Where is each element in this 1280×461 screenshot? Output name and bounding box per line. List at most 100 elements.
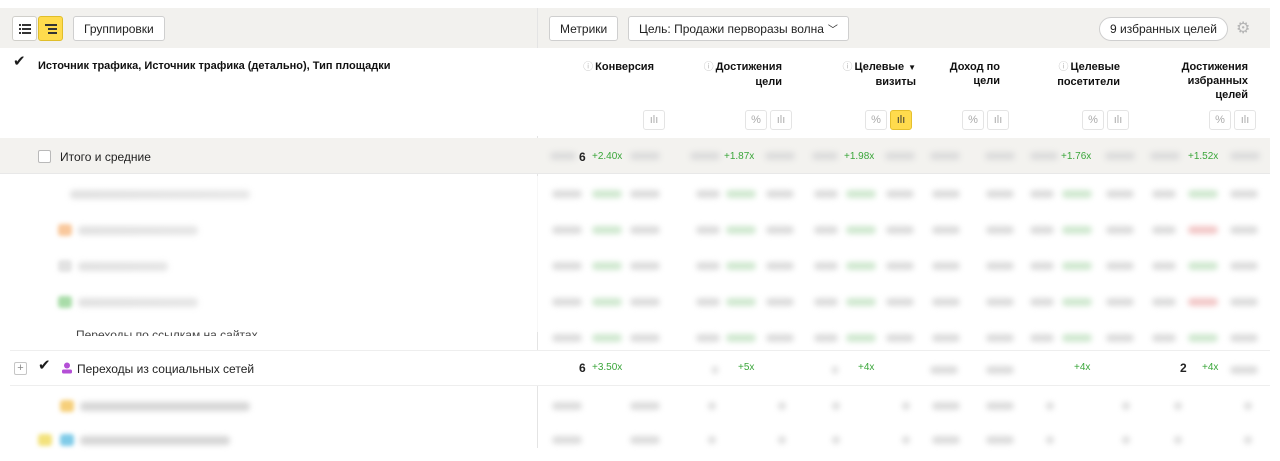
- blurred-cell: [1046, 436, 1054, 444]
- blurred-cell: [1230, 190, 1258, 198]
- column-header-target-visits[interactable]: ⓘ Целевые ▼ визиты: [830, 60, 916, 89]
- total-row-checkbox[interactable]: [38, 150, 51, 163]
- blurred-cell: [886, 226, 914, 234]
- blurred-cell: [696, 262, 720, 270]
- social-row-partial-value: 2: [1180, 361, 1187, 375]
- info-icon[interactable]: ⓘ: [704, 62, 714, 73]
- gear-icon[interactable]: ⚙: [1236, 21, 1252, 37]
- total-row-label: Итого и средние: [60, 150, 151, 164]
- chart-toggle-button[interactable]: ılı: [1107, 110, 1129, 130]
- goal-select[interactable]: Цель: Продажи перворазы волна ﹀: [628, 16, 849, 41]
- bar-chart-icon: ılı: [896, 114, 906, 126]
- blurred-cell: [886, 262, 914, 270]
- expand-row-button[interactable]: +: [14, 362, 27, 375]
- blurred-cell: [1188, 298, 1218, 306]
- source-icon: [60, 400, 74, 412]
- blurred-cell: [552, 436, 582, 444]
- blurred-cell: [814, 262, 838, 270]
- percent-toggle-button[interactable]: %: [1082, 110, 1104, 130]
- blurred-cell: [1030, 262, 1054, 270]
- blurred-cell: [986, 334, 1014, 342]
- social-lift-conversion: +3.50x: [592, 362, 623, 373]
- groupings-button[interactable]: Группировки: [73, 16, 165, 41]
- blurred-cell: [846, 334, 876, 342]
- blurred-cell: [1174, 436, 1182, 444]
- info-icon[interactable]: ⓘ: [583, 62, 593, 73]
- column-header-conversion[interactable]: ⓘ Конверсия: [578, 60, 654, 75]
- blurred-cell: [630, 262, 660, 270]
- column-header-favorite-goals-reaches[interactable]: Достижения избранных целей: [1168, 60, 1248, 102]
- info-icon[interactable]: ⓘ: [843, 62, 853, 73]
- blurred-cell: [846, 262, 876, 270]
- blurred-cell: [846, 190, 876, 198]
- chart-toggle-button-active[interactable]: ılı: [890, 110, 912, 130]
- percent-toggle-button[interactable]: %: [962, 110, 984, 130]
- blurred-cell: [932, 402, 960, 410]
- blurred-cell: [1152, 190, 1176, 198]
- blurred-cell: [1105, 152, 1135, 160]
- percent-toggle-button[interactable]: %: [865, 110, 887, 130]
- blurred-cell: [986, 190, 1014, 198]
- blurred-cell: [814, 298, 838, 306]
- chart-toggle-button[interactable]: ılı: [1234, 110, 1256, 130]
- blurred-cell: [696, 190, 720, 198]
- blurred-cell: [592, 334, 622, 342]
- blurred-cell: [986, 402, 1014, 410]
- percent-toggle-button[interactable]: %: [745, 110, 767, 130]
- info-icon[interactable]: ⓘ: [1058, 62, 1068, 73]
- dimension-header-title[interactable]: Источник трафика, Источник трафика (дета…: [38, 60, 391, 72]
- blurred-cell: [708, 402, 716, 410]
- favorite-goals-button[interactable]: 9 избранных целей: [1099, 17, 1228, 41]
- blurred-cell: [814, 226, 838, 234]
- social-row-checkbox[interactable]: [38, 360, 51, 373]
- column-header-goal-revenue[interactable]: Доход по цели: [934, 60, 1000, 88]
- blurred-cell: [766, 334, 794, 342]
- blurred-cell: [1230, 298, 1258, 306]
- blurred-cell: [1230, 226, 1258, 234]
- blurred-cell: [886, 298, 914, 306]
- social-row-partial-value: 6: [579, 361, 586, 375]
- blurred-cell: [1152, 262, 1176, 270]
- blurred-cell: [1188, 262, 1218, 270]
- blurred-cell: [932, 226, 960, 234]
- blurred-label: [80, 402, 250, 411]
- dimension-header-checkbox[interactable]: [13, 56, 26, 69]
- sort-desc-icon: ▼: [908, 63, 916, 72]
- chevron-down-icon: ﹀: [827, 25, 838, 36]
- blurred-cell: [932, 262, 960, 270]
- chart-toggle-button[interactable]: ılı: [643, 110, 665, 130]
- blurred-cell: [766, 262, 794, 270]
- social-lift-target-visitors: +4x: [1074, 362, 1091, 373]
- blurred-cell: [630, 226, 660, 234]
- total-lift-goal-reaches: +1.87x: [724, 151, 755, 162]
- blurred-cell: [552, 262, 582, 270]
- chart-toggle-button[interactable]: ılı: [770, 110, 792, 130]
- percent-toggle-button[interactable]: %: [1209, 110, 1231, 130]
- blurred-cell: [1122, 436, 1130, 444]
- blurred-cell: [1062, 262, 1092, 270]
- total-lift-target-visitors: +1.76x: [1061, 151, 1092, 162]
- bar-chart-icon: ılı: [1240, 114, 1250, 126]
- blurred-cell: [765, 152, 795, 160]
- tree-list-icon: [44, 23, 57, 34]
- blurred-cell: [1030, 190, 1054, 198]
- blurred-cell: [1062, 226, 1092, 234]
- blurred-cell: [1230, 334, 1258, 342]
- blurred-cell: [708, 436, 716, 444]
- blurred-cell: [1062, 334, 1092, 342]
- blurred-cell: [1106, 298, 1134, 306]
- blurred-cell: [552, 226, 582, 234]
- blurred-cell: [932, 436, 960, 444]
- list-view-toggle[interactable]: [12, 16, 37, 41]
- metrics-button[interactable]: Метрики: [549, 16, 619, 41]
- blurred-cell: [1062, 190, 1092, 198]
- blurred-cell: [846, 298, 876, 306]
- blurred-cell: [986, 366, 1014, 374]
- column-header-target-visitors[interactable]: ⓘ Целевые посетители: [1044, 60, 1120, 89]
- chart-toggle-button[interactable]: ılı: [987, 110, 1009, 130]
- blurred-cell: [1230, 152, 1260, 160]
- blurred-cell: [550, 152, 576, 160]
- column-header-goal-reaches[interactable]: ⓘ Достижения цели: [690, 60, 782, 89]
- blurred-cell: [630, 334, 660, 342]
- tree-view-toggle[interactable]: [38, 16, 63, 41]
